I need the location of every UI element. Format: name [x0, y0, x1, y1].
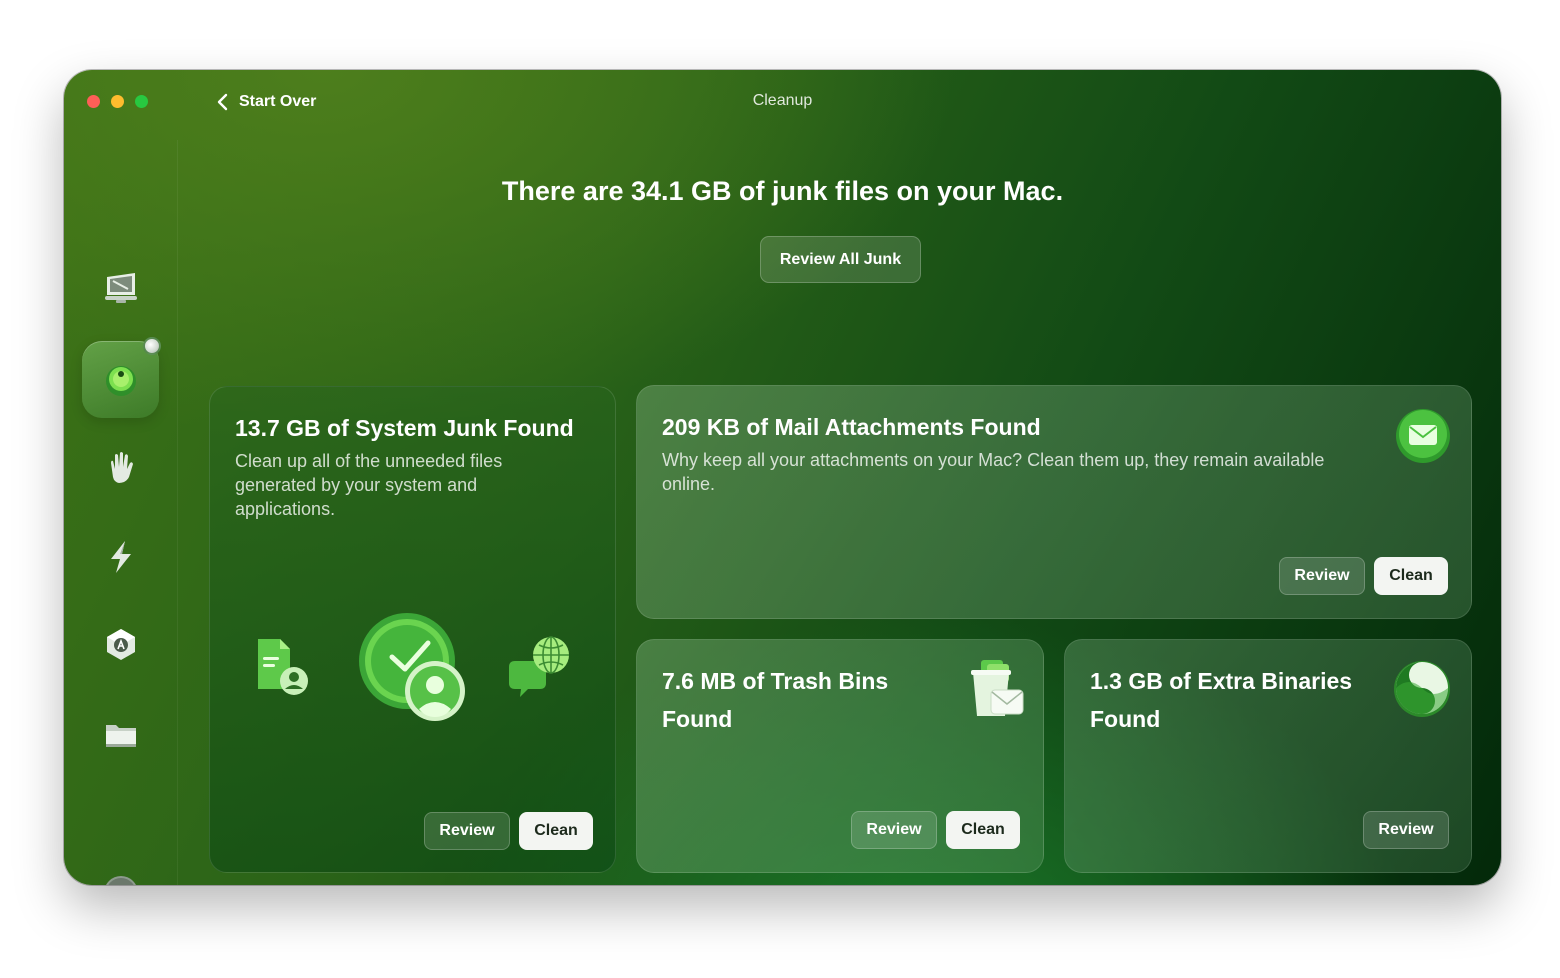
trash-bins-review-button[interactable]: Review [851, 811, 937, 849]
sidebar [64, 140, 178, 885]
mail-attachments-review-button[interactable]: Review [1279, 557, 1365, 595]
extra-binaries-card: 1.3 GB of Extra Binaries Found Review [1064, 639, 1472, 873]
assistant-icon [105, 875, 136, 885]
system-junk-description: Clean up all of the unneeded files gener… [235, 451, 503, 519]
window-title: Cleanup [752, 92, 813, 109]
junk-summary-headline: There are 34.1 GB of junk files on your … [501, 176, 1064, 206]
sidebar-item-protection[interactable] [82, 428, 159, 505]
sidebar-item-cleanup[interactable] [82, 337, 161, 418]
active-indicator [143, 337, 161, 355]
sidebar-item-performance[interactable] [82, 518, 159, 595]
sidebar-item-assistant[interactable] [82, 854, 159, 885]
applications-icon [106, 628, 135, 660]
trash-mail-icon [971, 660, 1024, 716]
extra-binaries-review-button[interactable]: Review [1363, 811, 1449, 849]
mail-attachments-title: 209 KB of Mail Attachments Found [662, 414, 1041, 440]
app-window: Start Over Cleanup There are 34.1 GB of … [64, 70, 1501, 885]
trash-bins-card: 7.6 MB of Trash Bins Found Review Clean [636, 639, 1044, 873]
sidebar-item-files[interactable] [82, 696, 159, 773]
chat-globe-icon [509, 636, 569, 697]
review-all-junk-button[interactable]: Review All Junk [760, 236, 921, 283]
mail-attachments-clean-button[interactable]: Clean [1374, 557, 1448, 595]
system-junk-card: 13.7 GB of System Junk Found Clean up al… [209, 386, 616, 873]
trash-bins-title: 7.6 MB of Trash Bins Found [662, 668, 889, 732]
system-junk-illustration [258, 613, 569, 721]
protection-icon [110, 451, 133, 483]
sidebar-item-applications[interactable] [82, 606, 159, 683]
performance-icon [110, 540, 131, 573]
files-icon [105, 724, 136, 747]
sidebar-item-system[interactable] [82, 248, 159, 325]
trash-bins-clean-button[interactable]: Clean [946, 811, 1020, 849]
system-junk-clean-button[interactable]: Clean [519, 812, 593, 850]
mail-attachments-description: Why keep all your attachments on your Ma… [662, 450, 1325, 494]
system-junk-title: 13.7 GB of System Junk Found [235, 415, 574, 441]
system-junk-review-button[interactable]: Review [424, 812, 510, 850]
extra-binaries-title: 1.3 GB of Extra Binaries Found [1090, 668, 1353, 732]
clock-user-icon [359, 613, 465, 721]
system-overview-icon [104, 272, 137, 303]
document-user-icon [258, 639, 308, 695]
mail-icon [1396, 409, 1450, 463]
mail-attachments-card: 209 KB of Mail Attachments Found Why kee… [636, 385, 1472, 619]
cleanup-icon [105, 365, 136, 396]
binaries-yin-yang-icon [1394, 661, 1450, 717]
